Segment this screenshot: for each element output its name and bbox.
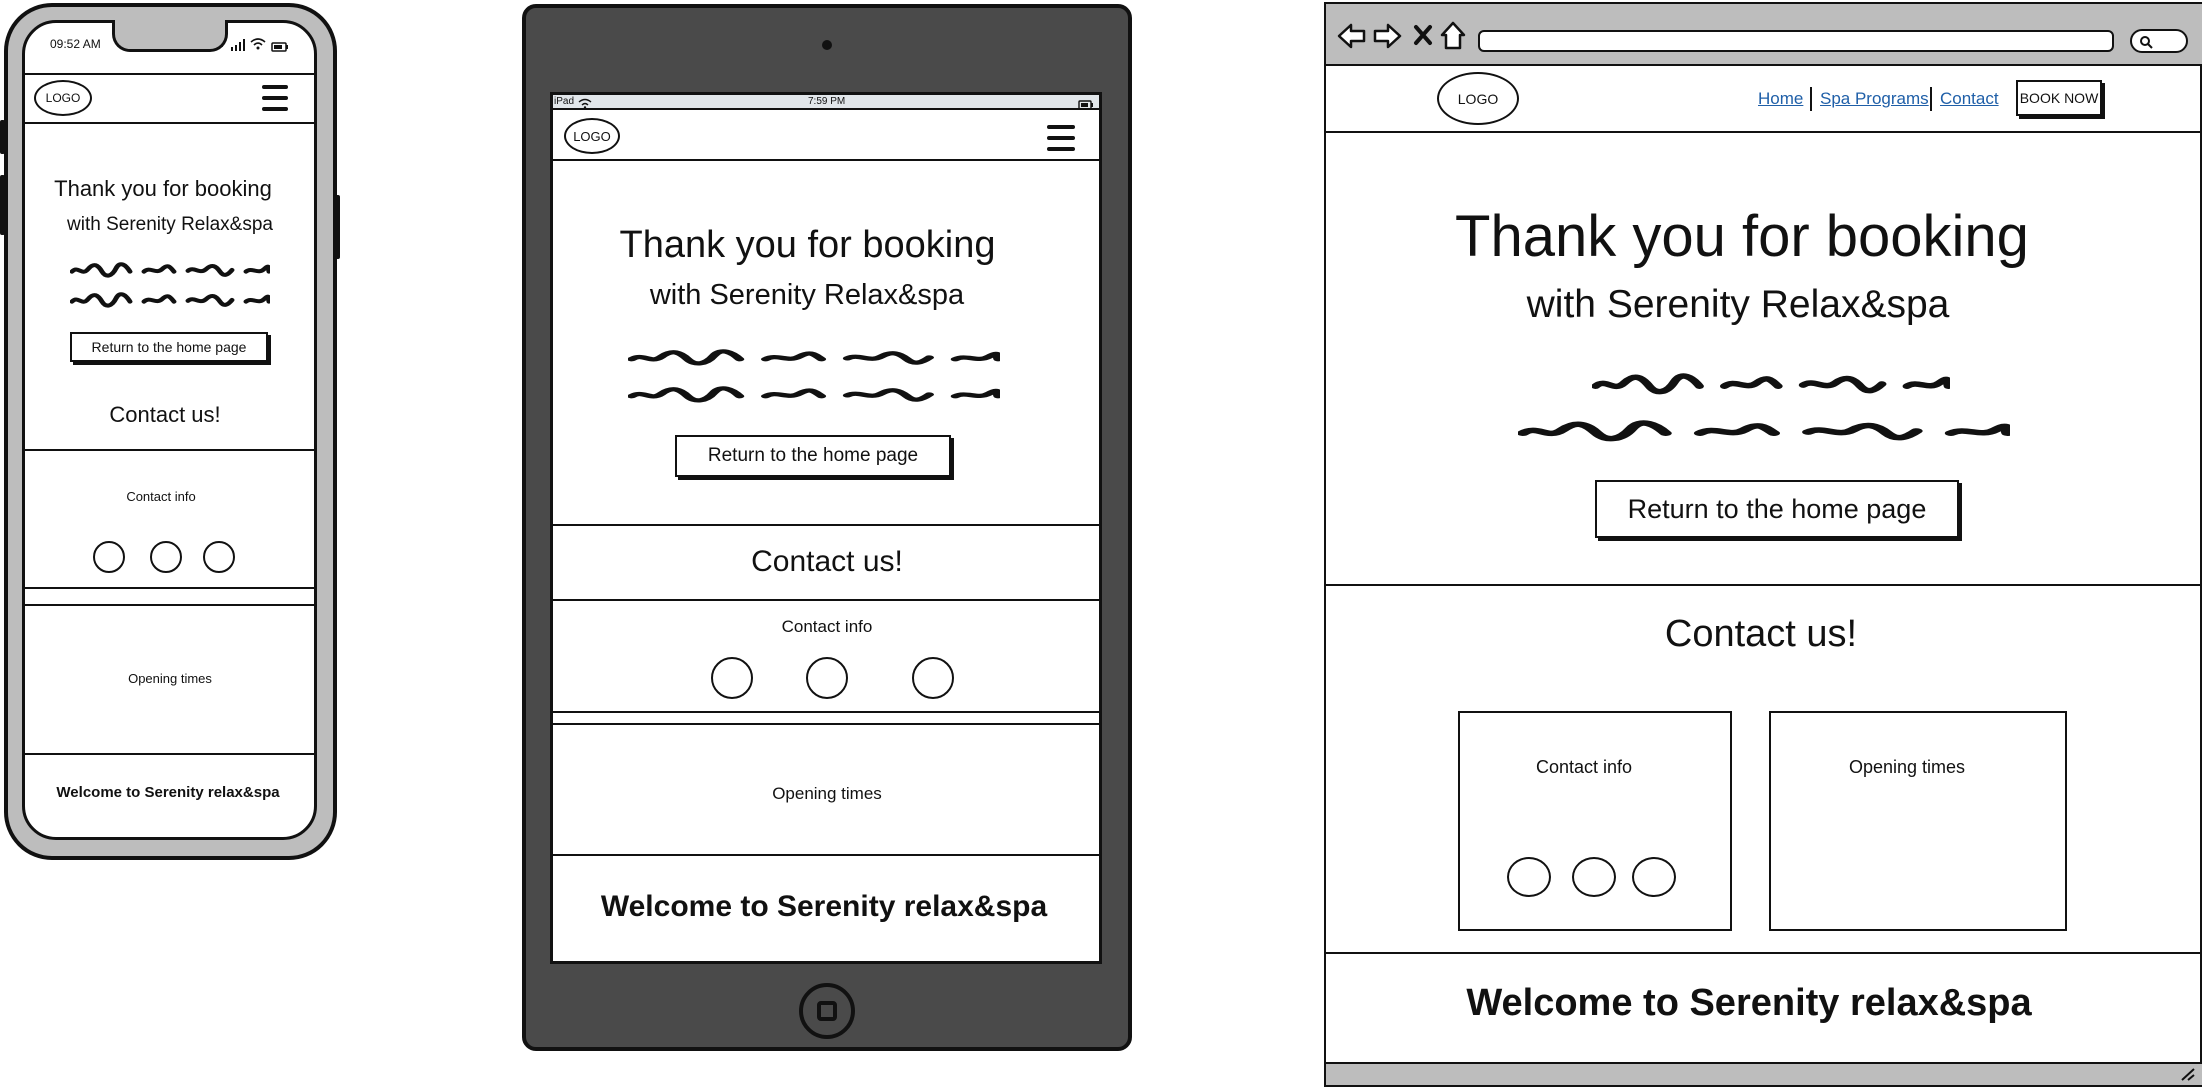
divider (25, 587, 314, 589)
logo[interactable]: LOGO (1437, 72, 1519, 125)
phone-volume-button (0, 120, 5, 154)
nav-separator (1810, 87, 1812, 111)
social-icon[interactable] (1632, 857, 1676, 897)
camera-icon (822, 40, 832, 50)
placeholder-text (628, 386, 1000, 403)
status-device: iPad (554, 96, 575, 107)
status-time: 09:52 AM (50, 37, 101, 51)
phone-volume-button (0, 175, 5, 235)
browser-window (1324, 2, 2202, 1087)
confirmation-subheading: with Serenity Relax&spa (649, 279, 965, 311)
nav-link-contact-label[interactable]: Contact (1940, 89, 1999, 108)
divider (25, 604, 314, 606)
divider (1326, 952, 2202, 954)
footer-welcome: Welcome to Serenity relax&spa (56, 784, 280, 801)
divider (25, 73, 314, 75)
return-home-button[interactable]: Return to the home page (1595, 480, 1959, 538)
browser-status-bar (1326, 1062, 2202, 1085)
status-time: 7:59 PM (808, 96, 846, 107)
divider (553, 723, 1099, 725)
wifi-icon (250, 37, 266, 55)
hamburger-menu-icon[interactable] (262, 85, 288, 111)
forward-arrow-icon[interactable] (1372, 22, 1402, 55)
social-icon[interactable] (912, 657, 954, 699)
divider (25, 753, 314, 755)
social-icon[interactable] (1507, 857, 1551, 897)
back-arrow-icon[interactable] (1337, 22, 1367, 55)
divider (1326, 131, 2202, 133)
nav-link-spa-programs-label[interactable]: Spa Programs (1820, 89, 1929, 108)
hamburger-menu-icon[interactable] (1047, 125, 1075, 151)
wifi-icon (578, 96, 592, 114)
phone-notch (112, 20, 228, 52)
divider (553, 599, 1099, 601)
phone-screen (22, 20, 317, 840)
logo[interactable]: LOGO (564, 118, 620, 154)
return-home-button[interactable]: Return to the home page (70, 332, 268, 362)
social-icon[interactable] (203, 541, 235, 573)
contact-info-label: Contact info (1535, 757, 1633, 777)
address-bar[interactable] (1478, 30, 2114, 52)
confirmation-subheading: with Serenity Relax&spa (67, 214, 273, 235)
browser-search-field[interactable] (2130, 29, 2188, 53)
opening-times-card (1769, 711, 2067, 931)
home-icon[interactable] (1439, 21, 1467, 56)
logo[interactable]: LOGO (34, 80, 92, 116)
nav-link-spa-programs[interactable]: Spa Programs (1820, 89, 1929, 109)
confirmation-heading: Thank you for booking (54, 176, 272, 201)
return-home-button[interactable]: Return to the home page (675, 435, 951, 477)
resize-grip-icon[interactable] (2178, 1066, 2196, 1087)
divider (553, 711, 1099, 713)
confirmation-heading: Thank you for booking (1455, 204, 2029, 269)
social-icon[interactable] (711, 657, 753, 699)
placeholder-text (1518, 420, 2010, 442)
nav-link-home[interactable]: Home (1758, 89, 1803, 109)
placeholder-text (1592, 373, 1950, 395)
contact-heading: Contact us! (751, 545, 903, 578)
footer-welcome: Welcome to Serenity relax&spa (1466, 982, 2032, 1024)
book-now-button[interactable]: BOOK NOW (2016, 80, 2102, 116)
nav-link-home-label[interactable]: Home (1758, 89, 1803, 108)
home-button-icon[interactable] (799, 983, 855, 1039)
social-icon[interactable] (1572, 857, 1616, 897)
search-icon (2140, 36, 2153, 49)
confirmation-heading: Thank you for booking (619, 224, 996, 266)
battery-icon (1078, 97, 1094, 115)
contact-heading: Contact us! (1664, 613, 1858, 655)
contact-info-label: Contact info (126, 489, 196, 504)
contact-info-card (1458, 711, 1732, 931)
divider (25, 449, 314, 451)
placeholder-text (628, 349, 1000, 366)
social-icon[interactable] (806, 657, 848, 699)
divider (553, 524, 1099, 526)
phone-power-button (334, 195, 340, 259)
social-icon[interactable] (150, 541, 182, 573)
footer-welcome: Welcome to Serenity relax&spa (600, 890, 1048, 923)
contact-heading: Contact us! (109, 402, 221, 427)
opening-times-label: Opening times (128, 671, 212, 686)
social-icon[interactable] (93, 541, 125, 573)
opening-times-label: Opening times (1848, 757, 1966, 777)
nav-link-contact[interactable]: Contact (1940, 89, 1999, 109)
contact-info-label: Contact info (781, 617, 873, 636)
divider (25, 122, 314, 124)
placeholder-text (70, 292, 270, 308)
close-icon[interactable] (1413, 24, 1433, 51)
divider (1326, 584, 2202, 586)
placeholder-text (70, 262, 270, 278)
signal-icon (230, 38, 246, 56)
divider (553, 159, 1099, 161)
opening-times-label: Opening times (772, 784, 882, 803)
tablet-screen (550, 92, 1102, 964)
battery-icon (271, 39, 289, 57)
nav-separator (1930, 87, 1932, 111)
confirmation-subheading: with Serenity Relax&spa (1526, 283, 1950, 326)
divider (553, 854, 1099, 856)
